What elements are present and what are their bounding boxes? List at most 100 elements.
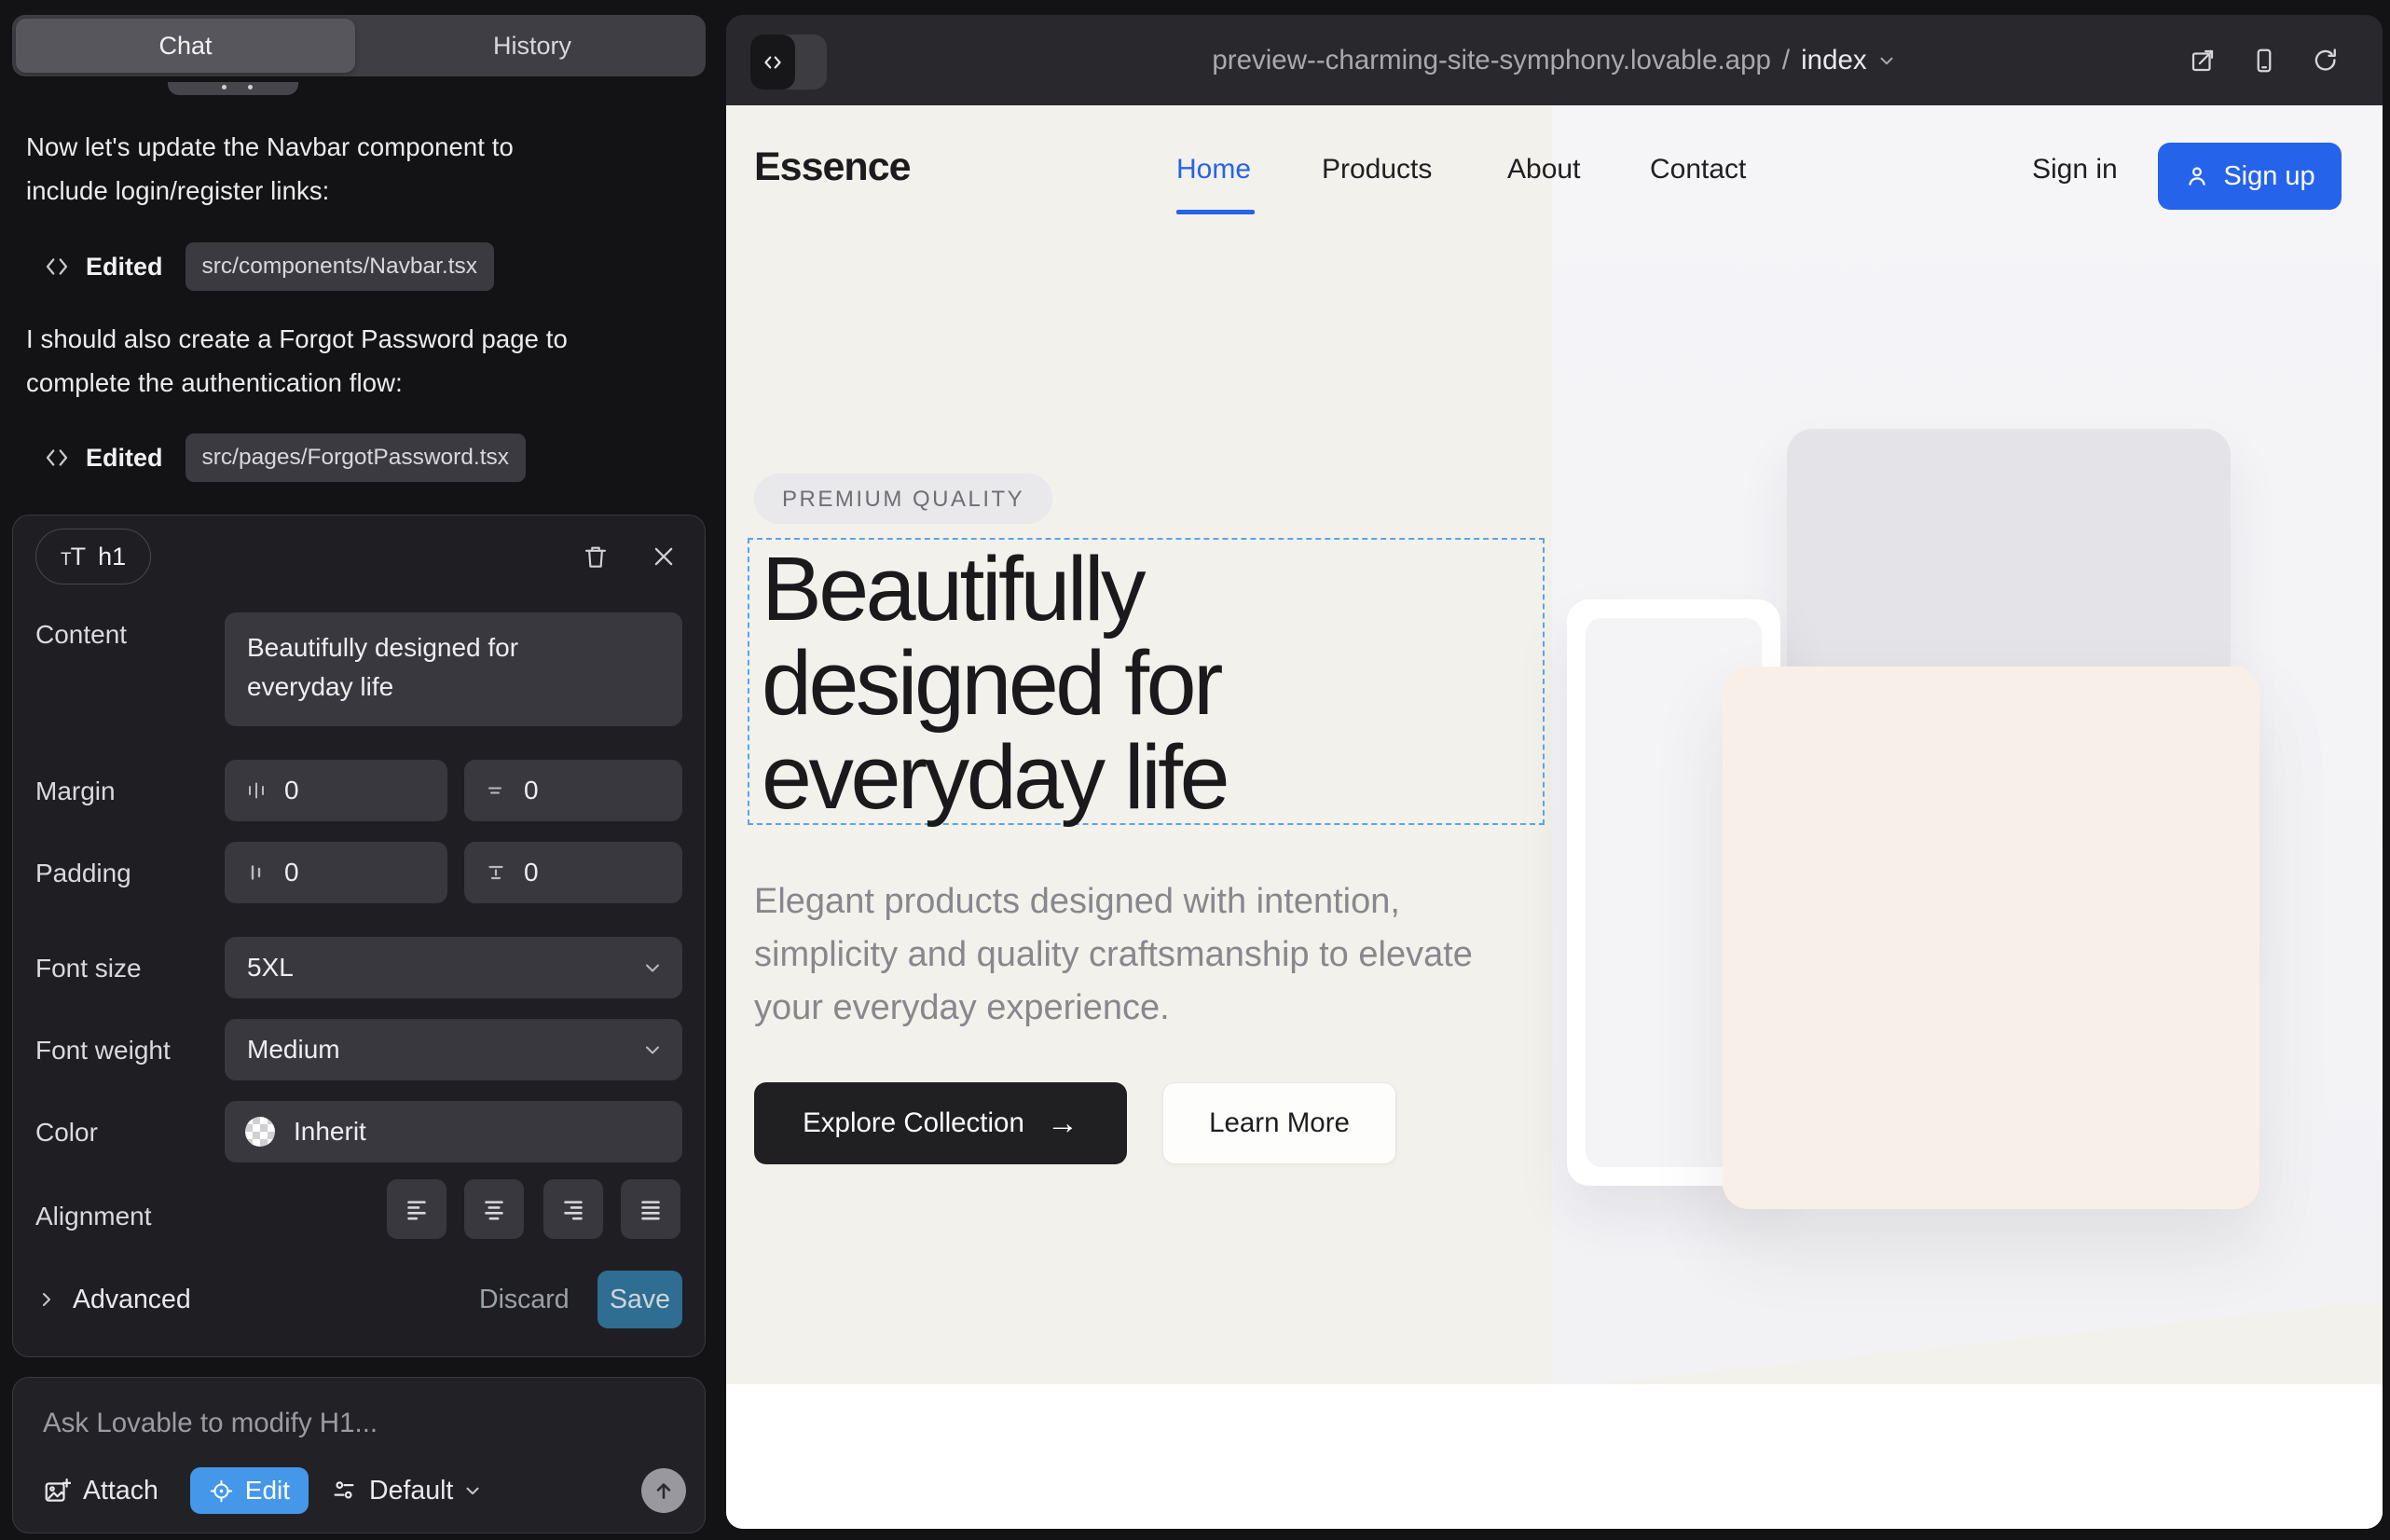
refresh-button[interactable] — [2312, 47, 2340, 75]
send-button[interactable] — [641, 1468, 686, 1513]
sign-in-link[interactable]: Sign in — [2032, 154, 2118, 186]
font-size-label: Font size — [35, 954, 142, 983]
clipped-message-bubble — [168, 82, 298, 95]
arrow-right-icon: → — [1047, 1106, 1078, 1142]
nav-home[interactable]: Home — [1176, 154, 1251, 186]
assistant-message: I should also create a Forgot Password p… — [26, 317, 585, 405]
font-weight-select[interactable]: Medium — [225, 1019, 682, 1080]
padding-label: Padding — [35, 859, 131, 888]
decor-card-cream — [1723, 667, 2260, 1209]
discard-button[interactable]: Discard — [479, 1271, 570, 1328]
nav-about[interactable]: About — [1507, 154, 1580, 186]
next-section-background — [726, 1384, 2383, 1529]
delete-element-button[interactable] — [577, 538, 614, 575]
padding-vertical-icon — [485, 861, 507, 884]
edited-label: Edited — [86, 444, 163, 473]
padding-y-input[interactable]: 0 — [464, 842, 682, 903]
site-logo[interactable]: Essence — [754, 144, 911, 190]
person-icon — [2184, 163, 2210, 189]
align-justify-icon — [639, 1197, 663, 1221]
margin-vertical-icon — [485, 779, 507, 802]
chevron-down-icon — [641, 1038, 664, 1061]
site-preview: Essence Home Products About Contact Sign… — [726, 105, 2383, 1529]
tab-history[interactable]: History — [359, 15, 706, 76]
element-editor-panel: TT h1 Content Beautifully designed for e… — [12, 515, 706, 1357]
close-editor-button[interactable] — [645, 538, 682, 575]
color-label: Color — [35, 1118, 98, 1148]
file-chip[interactable]: src/pages/ForgotPassword.tsx — [185, 433, 527, 482]
margin-y-input[interactable]: 0 — [464, 760, 682, 821]
element-tag: h1 — [98, 543, 126, 571]
nav-products[interactable]: Products — [1322, 154, 1432, 186]
chat-composer: Ask Lovable to modify H1... Attach Edit … — [12, 1377, 706, 1533]
trash-icon — [582, 543, 610, 571]
mobile-view-button[interactable] — [2250, 47, 2278, 75]
content-label: Content — [35, 620, 127, 650]
align-right-icon — [561, 1197, 585, 1221]
align-justify-button[interactable] — [621, 1179, 680, 1239]
font-size-select[interactable]: 5XL — [225, 937, 682, 998]
code-icon — [43, 444, 71, 472]
url-page: index — [1801, 45, 1867, 76]
align-center-icon — [482, 1197, 506, 1221]
align-left-icon — [405, 1197, 429, 1221]
lovable-workspace: Chat History Now let's update the Navbar… — [0, 0, 2390, 1540]
open-external-button[interactable] — [2189, 47, 2217, 75]
alignment-label: Alignment — [35, 1202, 152, 1231]
chrome-actions — [2189, 15, 2340, 105]
explore-collection-button[interactable]: Explore Collection → — [754, 1082, 1127, 1164]
chevron-right-icon — [35, 1288, 58, 1311]
refresh-icon — [2312, 47, 2340, 75]
selected-element-chip: TT h1 — [35, 529, 151, 584]
hero-description: Elegant products designed with intention… — [754, 875, 1509, 1035]
composer-input[interactable]: Ask Lovable to modify H1... — [43, 1408, 378, 1439]
chat-history-tabs: Chat History — [12, 15, 706, 76]
url-separator: / — [1782, 45, 1790, 76]
edited-label: Edited — [86, 253, 163, 282]
attach-image-icon — [43, 1477, 71, 1505]
edit-mode-button[interactable]: Edit — [190, 1467, 309, 1514]
content-value: Beautifully designed for everyday life — [225, 612, 579, 707]
type-icon: TT — [61, 543, 85, 571]
chat-sidebar: Chat History Now let's update the Navbar… — [12, 15, 706, 1534]
external-link-icon — [2189, 47, 2217, 75]
sign-up-button[interactable]: Sign up — [2158, 143, 2342, 210]
preview-browser-window: preview--charming-site-symphony.lovable.… — [726, 15, 2383, 1529]
browser-chrome: preview--charming-site-symphony.lovable.… — [726, 15, 2383, 105]
padding-horizontal-icon — [245, 861, 268, 884]
font-weight-label: Font weight — [35, 1036, 171, 1066]
hero-title: Beautifully designed for everyday life — [762, 542, 1227, 824]
advanced-toggle[interactable]: Advanced — [35, 1271, 191, 1328]
target-icon — [209, 1478, 234, 1504]
padding-x-input[interactable]: 0 — [225, 842, 447, 903]
url-bar[interactable]: preview--charming-site-symphony.lovable.… — [726, 15, 2383, 105]
color-select[interactable]: Inherit — [225, 1101, 682, 1162]
chevron-down-icon — [1876, 50, 1897, 71]
model-mode-dropdown[interactable]: Default — [331, 1476, 483, 1506]
content-input[interactable]: Beautifully designed for everyday life — [225, 612, 682, 726]
align-center-button[interactable] — [464, 1179, 524, 1239]
color-swatch-transparent — [245, 1117, 275, 1147]
margin-horizontal-icon — [245, 779, 268, 802]
align-right-button[interactable] — [543, 1179, 603, 1239]
chevron-down-icon — [641, 956, 664, 979]
learn-more-button[interactable]: Learn More — [1162, 1082, 1396, 1164]
code-icon — [43, 253, 71, 281]
tab-chat[interactable]: Chat — [12, 15, 359, 76]
active-nav-underline — [1176, 210, 1255, 214]
nav-contact[interactable]: Contact — [1650, 154, 1746, 186]
assistant-message: Now let's update the Navbar component to… — [26, 125, 585, 213]
hero-badge: PREMIUM QUALITY — [754, 474, 1052, 524]
edited-file-row[interactable]: Edited src/components/Navbar.tsx — [26, 242, 494, 291]
align-left-button[interactable] — [387, 1179, 446, 1239]
margin-label: Margin — [35, 777, 116, 806]
h1-selection-outline[interactable]: Beautifully designed for everyday life — [748, 538, 1545, 825]
close-icon — [651, 543, 677, 570]
composer-toolbar: Attach Edit Default — [43, 1467, 686, 1514]
chevron-down-icon — [462, 1480, 483, 1501]
save-button[interactable]: Save — [598, 1271, 682, 1328]
file-chip[interactable]: src/components/Navbar.tsx — [185, 242, 494, 291]
margin-x-input[interactable]: 0 — [225, 760, 447, 821]
attach-button[interactable]: Attach — [43, 1476, 158, 1506]
edited-file-row[interactable]: Edited src/pages/ForgotPassword.tsx — [26, 433, 526, 482]
